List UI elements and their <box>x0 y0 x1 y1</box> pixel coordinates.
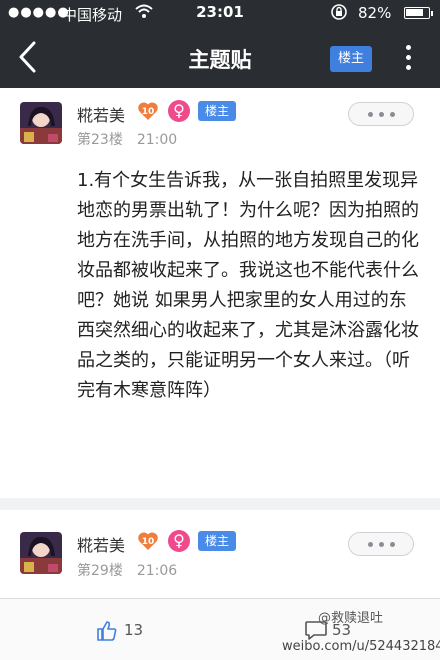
nav-bar: 主题贴 楼主 <box>0 26 440 88</box>
level-number: 10 <box>142 107 155 117</box>
post-floor-23: 糀若美 10 ♀ 楼主 第23楼 21:00 1.有个女生告诉我，从一张自拍照里发… <box>0 88 440 498</box>
more-options-icon[interactable] <box>398 40 418 76</box>
post-content: 1.有个女生告诉我，从一张自拍照里发现异地恋的男票出轨了！为什么呢？因为拍照的地… <box>77 170 419 401</box>
floor-number: 第29楼 <box>77 563 123 579</box>
like-count: 13 <box>124 621 144 639</box>
rotation-lock-icon <box>330 3 348 25</box>
post-time: 21:00 <box>136 132 178 148</box>
level-badge: 10 <box>137 530 159 552</box>
bottom-action-bar: 13 53 @救赎退吐 weibo.com/u/5244321842 <box>0 598 440 660</box>
floor-number: 第23楼 <box>77 132 123 148</box>
post-more-button[interactable] <box>348 102 414 126</box>
female-icon: ♀ <box>168 530 190 552</box>
thumbs-up-icon[interactable] <box>96 620 118 642</box>
female-icon: ♀ <box>168 100 190 122</box>
username[interactable]: 糀若美 <box>77 102 125 126</box>
post-meta: 第23楼 21:00 <box>77 129 177 149</box>
post-more-button[interactable] <box>348 532 414 556</box>
avatar[interactable] <box>20 102 62 144</box>
page-title: 主题贴 <box>188 48 252 72</box>
watermark-url: weibo.com/u/5244321842 <box>282 639 440 654</box>
owner-only-button[interactable]: 楼主 <box>330 46 372 72</box>
status-bar: ●●●●● 中国移动 23:01 82% <box>0 0 440 26</box>
top-bar: ●●●●● 中国移动 23:01 82% 主题贴 楼主 <box>0 0 440 88</box>
post-time: 21:06 <box>136 563 178 579</box>
level-number: 10 <box>142 537 155 547</box>
avatar[interactable] <box>20 532 62 574</box>
owner-badge: 楼主 <box>198 531 236 551</box>
battery-level <box>406 9 423 16</box>
username[interactable]: 糀若美 <box>77 532 125 556</box>
post-floor-29: 糀若美 10 ♀ 楼主 第29楼 21:06 <box>0 510 440 598</box>
post-meta: 第29楼 21:06 <box>77 560 177 580</box>
battery-percent: 82% <box>358 4 392 22</box>
owner-badge: 楼主 <box>198 101 236 121</box>
level-badge: 10 <box>137 100 159 122</box>
battery-icon <box>404 7 433 19</box>
watermark-handle: @救赎退吐 <box>318 611 384 626</box>
